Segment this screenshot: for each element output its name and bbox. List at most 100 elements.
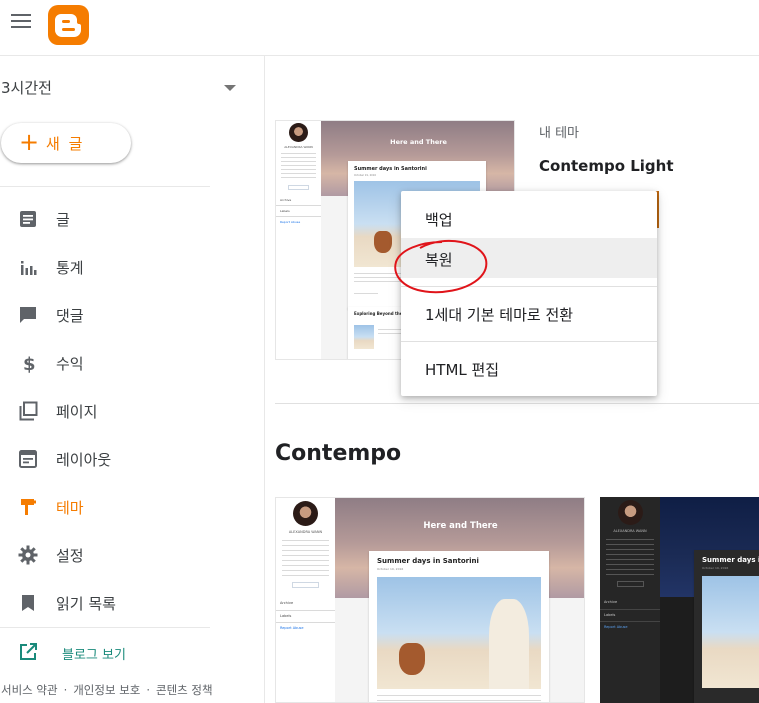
thumb-blog-title: Here and There xyxy=(423,521,498,531)
blog-selector-value: 3시간전 xyxy=(1,79,52,97)
sidebar-item-theme[interactable]: 테마 xyxy=(0,487,265,527)
sidebar-item-earnings[interactable]: $ 수익 xyxy=(0,343,265,383)
sidebar-item-label: 수익 xyxy=(56,355,84,373)
text-line xyxy=(600,609,660,610)
text-line xyxy=(600,621,660,622)
menu-item-backup[interactable]: 백업 xyxy=(401,198,657,238)
earnings-icon: $ xyxy=(23,354,36,373)
caret-down-icon xyxy=(224,85,236,91)
thumb-sidebar: ALEXANDRA WANN Archive Labels Report Abu… xyxy=(276,498,335,702)
thumb-post-title: Summer days in Santorini xyxy=(354,166,427,172)
text-line xyxy=(354,293,378,294)
open-external-icon xyxy=(20,643,37,660)
text-line xyxy=(606,574,654,575)
theme-thumbnail-contempo-dark[interactable]: ALEXANDRA WANN Archive Labels Report Abu… xyxy=(600,497,759,703)
annotation-circle xyxy=(394,239,488,294)
content-policy-link[interactable]: 콘텐츠 정책 xyxy=(156,683,213,697)
labels-label: Labels xyxy=(280,614,292,618)
text-line xyxy=(282,545,329,546)
text-line xyxy=(606,539,654,540)
sidebar: 3시간전 + 새 글 글 통계 댓글 $ 수익 페이지 레이아웃 테마 설정 읽… xyxy=(0,56,265,703)
sidebar-item-label: 페이지 xyxy=(56,403,98,421)
section-divider xyxy=(275,403,759,404)
archive-label: Archive xyxy=(280,601,294,605)
text-line xyxy=(281,173,316,174)
view-blog-link[interactable]: 블로그 보기 xyxy=(0,632,265,672)
terms-link[interactable]: 서비스 약관 xyxy=(1,683,58,697)
sidebar-item-settings[interactable]: 설정 xyxy=(0,535,265,575)
comments-icon xyxy=(20,307,36,323)
text-line xyxy=(606,569,654,570)
menu-item-label: 백업 xyxy=(425,211,453,229)
thumb-post-card: Summer days in Santorini October 19, 201… xyxy=(369,551,549,702)
text-line xyxy=(606,559,654,560)
text-line xyxy=(281,177,316,178)
pages-icon xyxy=(19,401,38,421)
theme-thumbnail-contempo-light[interactable]: ALEXANDRA WANN Archive Labels Report Abu… xyxy=(275,497,585,703)
reading-list-icon xyxy=(22,595,34,611)
new-post-button[interactable]: + 새 글 xyxy=(1,123,131,163)
current-theme-name: Contempo Light xyxy=(539,157,674,175)
separator-dot: · xyxy=(146,683,151,697)
plus-icon: + xyxy=(19,128,40,156)
sidebar-item-label: 글 xyxy=(56,211,70,229)
visit-profile-button xyxy=(292,582,319,588)
top-bar xyxy=(0,0,759,56)
text-line xyxy=(281,161,316,162)
hamburger-menu-icon[interactable] xyxy=(11,14,31,30)
thumb-date: October 19, 2016 xyxy=(702,566,729,570)
footer-links: 서비스 약관 · 개인정보 보호 · 콘텐츠 정책 xyxy=(1,682,213,698)
author-name: ALEXANDRA WANN xyxy=(613,529,647,533)
archive-label: Archive xyxy=(604,600,618,604)
thumb-post-card: Summer days in Santorini October 19, 201… xyxy=(694,550,759,703)
sidebar-item-reading-list[interactable]: 읽기 목록 xyxy=(0,583,265,623)
labels-label: Labels xyxy=(604,613,616,617)
text-line xyxy=(281,165,316,166)
menu-item-edit-html[interactable]: HTML 편집 xyxy=(401,348,657,388)
sidebar-item-posts[interactable]: 글 xyxy=(0,199,265,239)
separator-dot: · xyxy=(63,683,68,697)
thumb-date: October 19, 2016 xyxy=(377,567,404,571)
visit-profile-button xyxy=(617,581,644,587)
thumb-sidebar: ALEXANDRA WANN Archive Labels Report Abu… xyxy=(276,121,321,359)
sidebar-item-stats[interactable]: 통계 xyxy=(0,247,265,287)
text-line xyxy=(282,560,329,561)
stats-icon xyxy=(21,261,37,275)
sidebar-divider xyxy=(0,186,210,187)
menu-item-switch-classic-theme[interactable]: 1세대 기본 테마로 전환 xyxy=(401,293,657,333)
photo-pot xyxy=(399,643,425,675)
posts-icon xyxy=(20,211,36,227)
report-abuse-link: Report Abuse xyxy=(604,625,628,629)
thumb-sidebar: ALEXANDRA WANN Archive Labels Report Abu… xyxy=(600,497,660,703)
sidebar-item-pages[interactable]: 페이지 xyxy=(0,391,265,431)
new-post-label: 새 글 xyxy=(46,135,85,153)
sidebar-item-label: 레이아웃 xyxy=(56,451,112,469)
privacy-link[interactable]: 개인정보 보호 xyxy=(73,683,140,697)
settings-icon xyxy=(18,545,38,565)
text-line xyxy=(606,564,654,565)
sidebar-item-label: 통계 xyxy=(56,259,84,277)
text-line xyxy=(606,549,654,550)
text-line xyxy=(377,700,541,701)
sidebar-item-comments[interactable]: 댓글 xyxy=(0,295,265,335)
thumb-photo xyxy=(702,576,759,688)
sidebar-item-label: 댓글 xyxy=(56,307,84,325)
archive-label: Archive xyxy=(280,198,292,202)
thumb-photo-small xyxy=(354,325,374,349)
text-line xyxy=(281,153,316,154)
text-line xyxy=(282,540,329,541)
text-line xyxy=(281,169,316,170)
blog-selector[interactable]: 3시간전 xyxy=(0,74,245,102)
menu-separator xyxy=(401,341,657,342)
text-line xyxy=(282,565,329,566)
blogger-logo-icon[interactable] xyxy=(48,5,89,45)
view-blog-label: 블로그 보기 xyxy=(62,648,126,663)
sidebar-item-layout[interactable]: 레이아웃 xyxy=(0,439,265,479)
text-line xyxy=(606,554,654,555)
thumb-photo xyxy=(377,577,541,689)
sidebar-item-label: 설정 xyxy=(56,547,84,565)
thumb-date: October 19, 2016 xyxy=(354,174,376,177)
sidebar-item-label: 테마 xyxy=(56,499,84,517)
text-line xyxy=(276,205,321,206)
report-abuse-link: Report Abuse xyxy=(280,626,304,630)
